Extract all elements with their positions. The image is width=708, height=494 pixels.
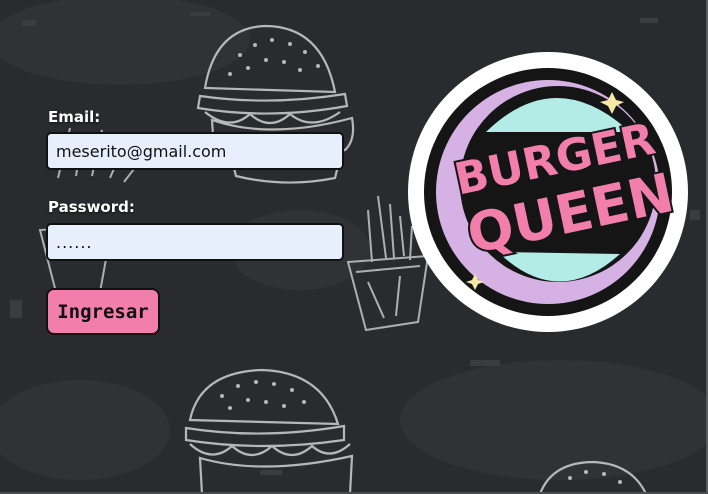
password-field[interactable] bbox=[46, 223, 344, 261]
password-label: Password: bbox=[48, 198, 135, 216]
burger-queen-logo: BURGER QUEEN bbox=[408, 52, 688, 332]
login-screen: Email: Password: Ingresar BURGER QUEEN bbox=[0, 0, 708, 494]
ingresar-button[interactable]: Ingresar bbox=[46, 288, 160, 335]
email-label: Email: bbox=[48, 108, 101, 126]
email-field[interactable] bbox=[46, 132, 344, 170]
burger-icon bbox=[184, 368, 354, 494]
